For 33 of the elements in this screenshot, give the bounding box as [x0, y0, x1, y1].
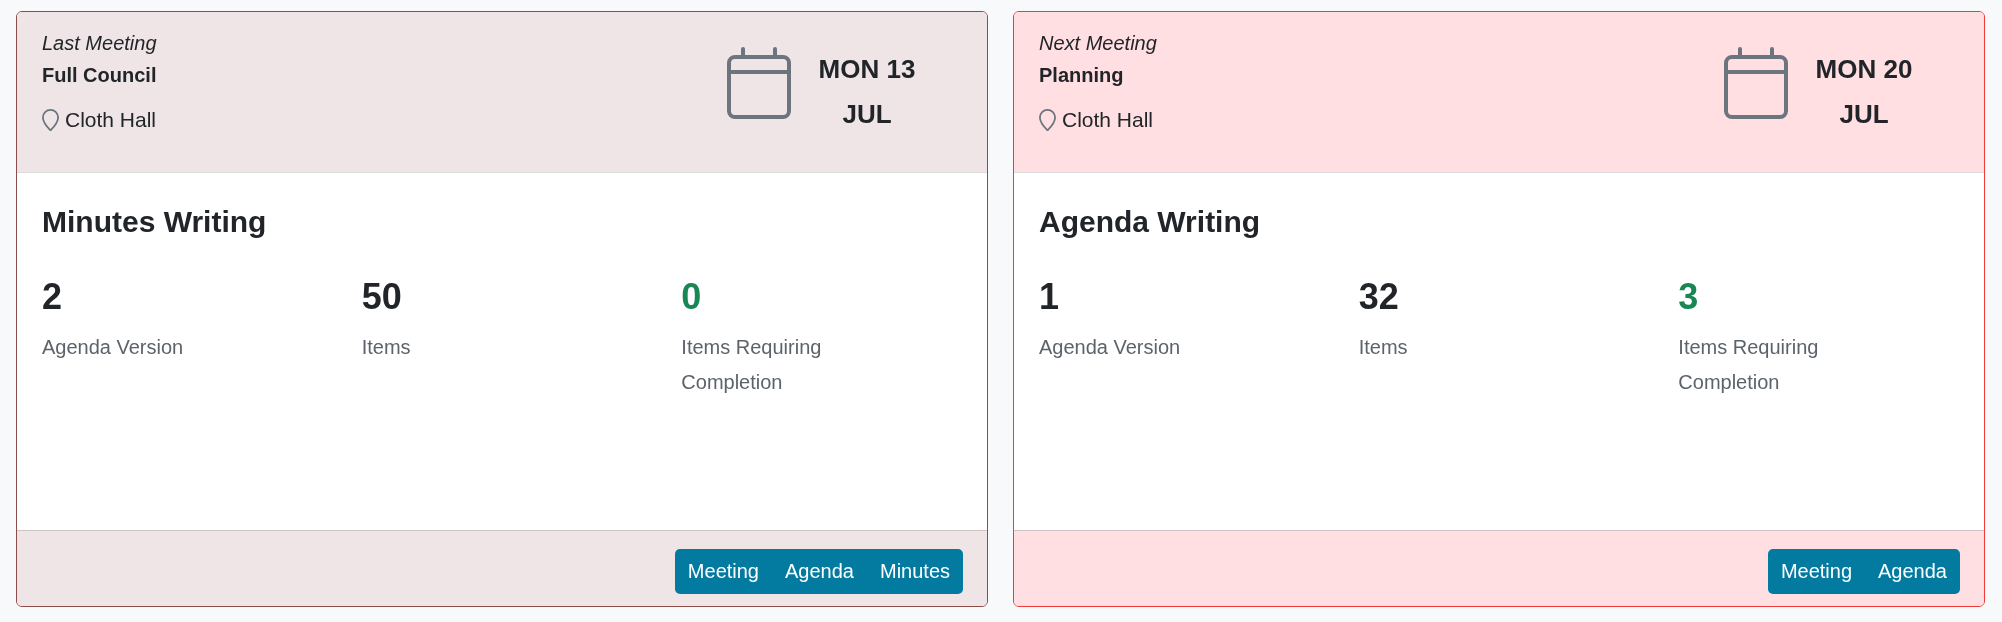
stat-value: 0: [681, 275, 702, 319]
stat-value: 3: [1678, 275, 1699, 319]
action-button[interactable]: Meeting: [674, 549, 772, 594]
stat-value: 2: [42, 275, 63, 319]
date-day: MON 20: [1815, 47, 1913, 92]
action-button[interactable]: Meeting: [1767, 549, 1866, 594]
date-day: MON 13: [818, 47, 916, 92]
stat-value: 50: [361, 275, 402, 319]
section-heading: Minutes Writing: [42, 204, 268, 240]
meeting-status-label: Next Meeting: [1039, 31, 1157, 56]
map-pin-icon: [42, 109, 59, 131]
date-month: JUL: [842, 98, 892, 131]
stat-label: Items: [1358, 335, 1409, 360]
calendar-icon: [727, 47, 791, 119]
meeting-status-label: Last Meeting: [42, 31, 157, 56]
stat-value: 32: [1358, 275, 1399, 319]
stat-label: Agenda Version: [1039, 335, 1182, 360]
action-button[interactable]: Minutes: [866, 549, 963, 594]
action-button[interactable]: Agenda: [1865, 549, 1960, 594]
action-button[interactable]: Agenda: [772, 549, 867, 594]
location-text: Cloth Hall: [1062, 107, 1154, 133]
meeting-title: Full Council: [42, 63, 157, 88]
stat-label: Agenda Version: [42, 335, 185, 360]
calendar-icon: [1724, 47, 1788, 119]
stat-value: 1: [1039, 275, 1060, 319]
date-month: JUL: [1839, 98, 1889, 131]
map-pin-icon: [1039, 109, 1056, 131]
location-text: Cloth Hall: [65, 107, 157, 133]
section-heading: Agenda Writing: [1039, 204, 1262, 240]
stat-label: Items Requiring Completion: [1678, 335, 1820, 395]
meeting-title: Planning: [1039, 63, 1125, 88]
stat-label: Items Requiring Completion: [681, 335, 823, 395]
stat-label: Items: [361, 335, 412, 360]
